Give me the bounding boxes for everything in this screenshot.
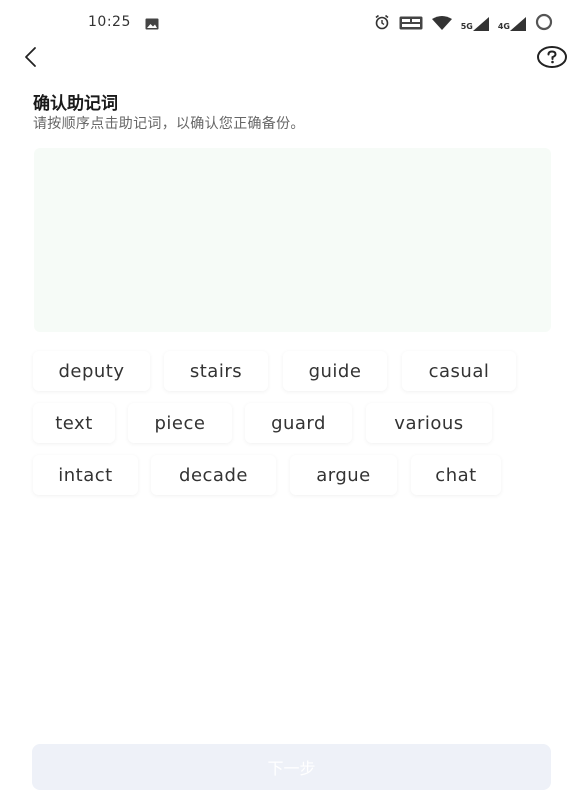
word-chip[interactable]: piece <box>128 403 232 443</box>
word-chip[interactable]: text <box>33 403 115 443</box>
page-subtitle: 请按顺序点击助记词，以确认您正确备份。 <box>33 116 305 132</box>
word-chip[interactable]: casual <box>402 351 516 391</box>
status-bar: 10:25 5G 4G <box>0 0 583 44</box>
signal-5g-label: 5G <box>460 22 473 31</box>
signal-4g-label: 4G <box>497 22 510 31</box>
word-chip[interactable]: decade <box>151 455 276 495</box>
status-time: 10:25 <box>88 14 131 30</box>
word-chip[interactable]: intact <box>33 455 138 495</box>
word-chip[interactable]: chat <box>411 455 501 495</box>
signal-4g: 4G <box>498 17 526 31</box>
page-title: 确认助记词 <box>33 94 118 114</box>
alarm-icon <box>374 14 390 34</box>
signal-5g: 5G <box>461 17 489 31</box>
wifi-icon <box>431 15 452 34</box>
gallery-icon <box>145 15 159 34</box>
word-chip[interactable]: deputy <box>33 351 150 391</box>
back-button[interactable] <box>18 44 42 70</box>
question-circle-icon <box>537 46 567 68</box>
word-chip[interactable]: stairs <box>164 351 268 391</box>
volte-icon <box>399 15 423 34</box>
signal-icon <box>510 17 526 31</box>
word-chip[interactable]: various <box>366 403 492 443</box>
signal-icon <box>472 17 489 31</box>
word-chip[interactable]: guard <box>245 403 352 443</box>
selected-words-area[interactable] <box>34 148 551 332</box>
next-button-label: 下一步 <box>267 759 316 778</box>
battery-icon <box>535 13 553 35</box>
word-chip[interactable]: guide <box>283 351 387 391</box>
help-button[interactable] <box>537 46 567 68</box>
chevron-left-icon <box>25 47 36 67</box>
word-chip[interactable]: argue <box>290 455 397 495</box>
next-button[interactable]: 下一步 <box>32 744 551 790</box>
